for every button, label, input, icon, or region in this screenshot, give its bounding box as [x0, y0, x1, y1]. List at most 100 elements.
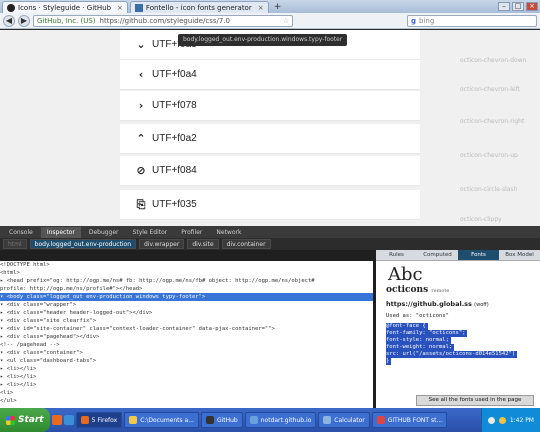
tab-console[interactable]: Console	[3, 227, 39, 238]
maximize-button[interactable]: □	[512, 2, 524, 11]
taskbar-item-label: GitHub	[216, 416, 238, 424]
close-tab-icon[interactable]: ×	[258, 4, 264, 12]
markup-line[interactable]: ▸ <li></li>	[0, 381, 373, 389]
devtools-panel: Console Inspector Debugger Style Editor …	[0, 226, 540, 408]
taskbar-item-calculator[interactable]: Calculator	[318, 412, 370, 428]
tab-inspector[interactable]: Inspector	[40, 226, 81, 238]
url-bar[interactable]: GitHub, Inc. (US) https://github.com/sty…	[33, 14, 293, 27]
taskbar-item-label: GITHUB FONT st...	[387, 416, 443, 424]
tab-debugger[interactable]: Debugger	[83, 227, 125, 238]
circle-slash-icon: ⊘	[136, 164, 146, 177]
taskbar-item-github[interactable]: GitHub	[200, 412, 243, 428]
markup-line[interactable]: ▸ <div class="header header-logged-out">…	[0, 309, 373, 317]
browser-tab-styleguide[interactable]: Icons · Styleguide · GitHub ×	[2, 1, 128, 13]
icon-name: octicon-chevron-left	[460, 86, 520, 93]
close-tab-icon[interactable]: ×	[117, 4, 123, 12]
markup-line[interactable]: ▸ <div class="pagehead"></div>	[0, 333, 373, 341]
taskbar-item-github-font[interactable]: GITHUB FONT st...	[371, 412, 448, 428]
firefox-quicklaunch-icon[interactable]	[51, 415, 62, 425]
tab-computed[interactable]: Computed	[417, 250, 458, 260]
search-query[interactable]: bing	[419, 17, 434, 25]
icon-row[interactable]: ‹ UTF+f0a4	[120, 60, 420, 90]
url-text[interactable]: https://github.com/styleguide/css/7.0	[100, 17, 230, 25]
breadcrumb-item[interactable]: div.wrapper	[139, 239, 185, 249]
tab-profiler[interactable]: Profiler	[175, 227, 208, 238]
tab-network[interactable]: Network	[210, 227, 247, 238]
markup-line[interactable]: </ul>	[0, 397, 373, 405]
icon-name: octicon-chevron-down	[460, 57, 527, 64]
windows-logo-icon	[6, 415, 15, 425]
markup-line[interactable]: <!-- /pagehead -->	[0, 341, 373, 349]
back-button[interactable]: ◀	[3, 14, 15, 27]
tab-fonts[interactable]: Fonts	[458, 250, 499, 260]
taskbar-item-label: Calculator	[334, 416, 365, 424]
page-content: ⌄ UTF+f0a3 octicon-chevron-down ‹ UTF+f0…	[0, 30, 540, 226]
markup-line[interactable]: <li>	[0, 389, 373, 397]
tab-rules[interactable]: Rules	[376, 250, 417, 260]
markup-line[interactable]: ▾ <div class="wrapper">	[0, 301, 373, 309]
taskbar-item-label: C:\Documents a...	[140, 416, 194, 424]
breadcrumb-item[interactable]: body.logged_out.env-production	[29, 239, 137, 249]
markup-line[interactable]: profile: http://ogp.me/ns/profile#"></he…	[0, 285, 373, 293]
markup-view[interactable]: <!DOCTYPE html> <html> ▸ <head prefix="o…	[0, 261, 373, 408]
calculator-icon	[323, 416, 332, 424]
markup-line[interactable]: ▸ <head prefix="og: http://ogp.me/ns# fb…	[0, 277, 373, 285]
markup-line[interactable]: <html>	[0, 269, 373, 277]
font-url-line: https://github.global.ss (woff)	[376, 295, 540, 308]
taskbar-item-label: 5 Firefox	[91, 416, 118, 424]
forward-button[interactable]: ▶	[18, 14, 30, 27]
breadcrumb-item[interactable]: div.container	[221, 239, 271, 249]
fonts-side-panel: Rules Computed Fonts Box Model Abc octic…	[376, 250, 540, 408]
icon-row[interactable]: ⊘ UTF+f084	[120, 156, 420, 186]
font-face-line: src: url("/assets/octicons-d014e51542")	[386, 351, 518, 358]
icon-name: octicon-circle-slash	[460, 186, 518, 193]
folder-icon	[129, 416, 138, 424]
taskbar-item-notdart[interactable]: notdart.github.io	[244, 412, 317, 428]
chevron-left-icon: ‹	[138, 68, 144, 81]
search-engine-icon[interactable]: g	[411, 17, 416, 25]
inspector-highlight-tooltip: body.logged_out.env-production.windows.t…	[178, 34, 348, 46]
minimize-button[interactable]: –	[498, 2, 510, 11]
tab-box-model[interactable]: Box Model	[499, 250, 540, 260]
icon-row[interactable]: › UTF+f078	[120, 91, 420, 121]
start-button[interactable]: Start	[0, 408, 50, 432]
markup-line[interactable]: ▸ <li></li>	[0, 373, 373, 381]
font-face-line: font-family: "octicons";	[386, 330, 468, 337]
breadcrumb-item[interactable]: div.site	[187, 239, 219, 249]
icon-row[interactable]: ⎘ UTF+f035	[120, 190, 420, 220]
clock[interactable]: 1:42 PM	[510, 417, 534, 424]
close-window-button[interactable]: ×	[526, 2, 538, 11]
ie-quicklaunch-icon[interactable]	[63, 415, 74, 425]
markup-line[interactable]: ▾ <div class="container">	[0, 349, 373, 357]
font-face-rule[interactable]: @font-face { font-family: "octicons"; fo…	[386, 323, 531, 365]
tab-label: Fontello - icon fonts generator	[145, 3, 252, 12]
image-editor-icon	[376, 416, 385, 424]
tab-label: Icons · Styleguide · GitHub	[18, 3, 112, 12]
breadcrumb-item[interactable]: html	[3, 239, 27, 249]
volume-icon[interactable]	[498, 416, 506, 424]
markup-line[interactable]: ▾ <ul class="dashboard-tabs">	[0, 357, 373, 365]
github-favicon-icon	[7, 3, 15, 12]
markup-line[interactable]: ▸ <li></li>	[0, 365, 373, 373]
chevron-right-icon: ›	[138, 99, 144, 112]
icon-row[interactable]: ⌃ UTF+f0a2	[120, 124, 420, 154]
taskbar: Start 5 Firefox C:\Documents a... GitHub…	[0, 408, 540, 432]
markup-line[interactable]: ▾ <div id="site-container" class="contex…	[0, 325, 373, 333]
devtools-toolbar: Console Inspector Debugger Style Editor …	[0, 226, 540, 238]
taskbar-item-documents[interactable]: C:\Documents a...	[124, 412, 199, 428]
markup-line[interactable]: ▾ <div class="site clearfix">	[0, 317, 373, 325]
bookmark-star-icon[interactable]: ☆	[283, 17, 289, 25]
see-all-fonts-button[interactable]: See all the fonts used in the page	[416, 395, 534, 406]
network-icon[interactable]	[487, 416, 495, 424]
browser-tab-fontello[interactable]: Fontello - icon fonts generator ×	[129, 1, 269, 13]
taskbar-item-firefox[interactable]: 5 Firefox	[75, 412, 123, 428]
tab-style-editor[interactable]: Style Editor	[127, 227, 174, 238]
font-url[interactable]: https://github.global.ss	[386, 300, 472, 308]
ssl-identity-label[interactable]: GitHub, Inc. (US)	[37, 17, 96, 25]
markup-line-selected[interactable]: ▾ <body class="logged_out env-production…	[0, 293, 373, 301]
icon-code: UTF+f0a4	[152, 69, 197, 80]
new-tab-button[interactable]: +	[271, 2, 285, 13]
markup-line[interactable]: <!DOCTYPE html>	[0, 261, 373, 269]
start-label: Start	[18, 415, 44, 425]
search-input[interactable]: g bing	[407, 14, 537, 27]
